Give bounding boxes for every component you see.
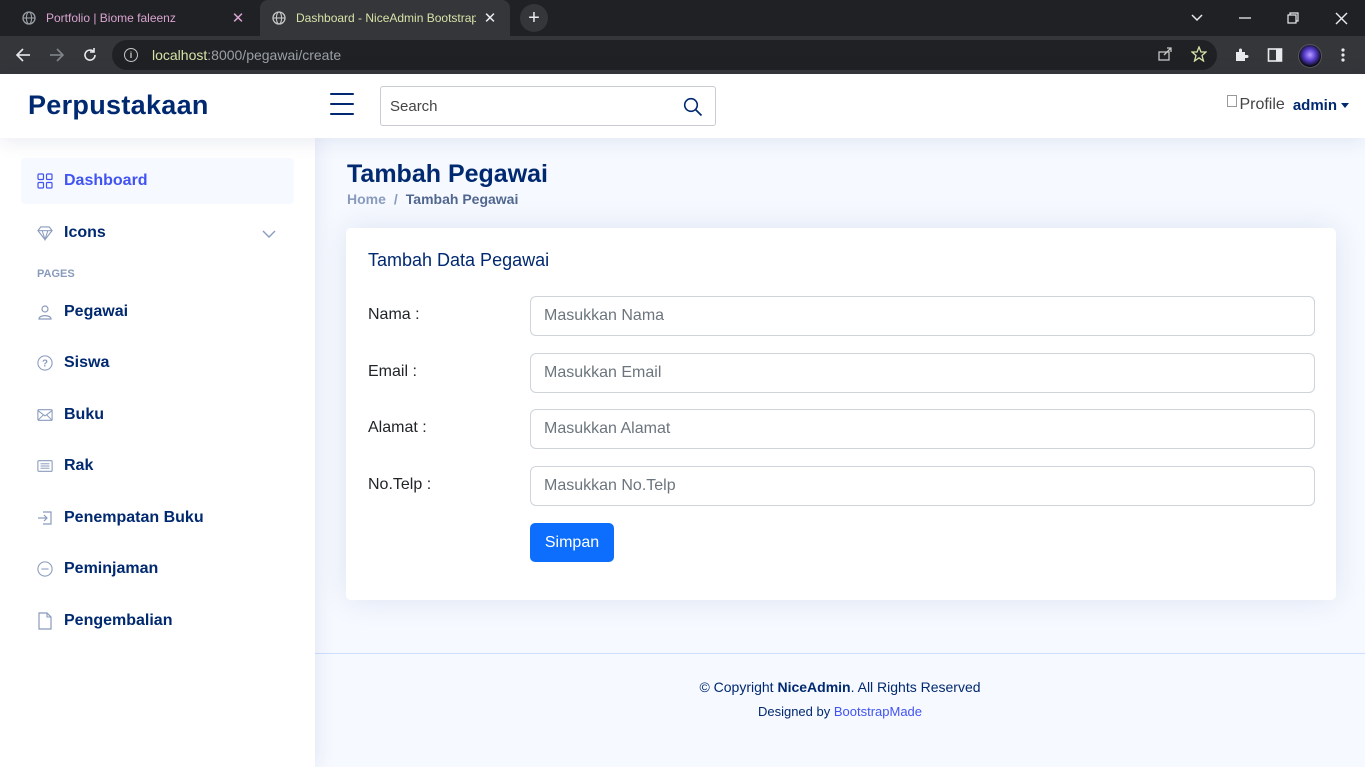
svg-text:?: ? xyxy=(42,359,48,370)
sidebar-item-label: Icons xyxy=(64,224,106,241)
browser-toolbar: i localhost:8000/pegawai/create xyxy=(0,36,1365,74)
sidebar-item-icons[interactable]: Icons xyxy=(21,210,294,256)
form-row-no-telp: No.Telp : xyxy=(368,466,1315,506)
sidebar-item-peminjaman[interactable]: Peminjaman xyxy=(21,546,294,592)
simpan-button[interactable]: Simpan xyxy=(530,523,614,562)
dash-circle-icon xyxy=(37,561,53,577)
close-window-icon[interactable] xyxy=(1317,0,1365,36)
brand-logo[interactable]: Perpustakaan xyxy=(28,90,209,121)
new-tab-button[interactable]: + xyxy=(520,4,548,32)
side-panel-icon[interactable] xyxy=(1264,44,1286,66)
site-info-icon[interactable]: i xyxy=(124,48,138,62)
bookmark-star-icon[interactable] xyxy=(1190,45,1208,66)
card-title: Tambah Data Pegawai xyxy=(368,250,550,270)
search-input[interactable] xyxy=(381,87,671,125)
person-icon xyxy=(37,304,53,320)
profile-dropdown[interactable]: Profile admin xyxy=(1227,95,1349,114)
search-form xyxy=(380,86,716,126)
back-icon[interactable] xyxy=(11,43,35,67)
sidebar-item-siswa[interactable]: ? Siswa xyxy=(21,340,294,386)
sidebar-item-rak[interactable]: Rak xyxy=(21,443,294,489)
copyright-text: © Copyright NiceAdmin. All Rights Reserv… xyxy=(699,679,981,695)
breadcrumb-separator: / xyxy=(393,191,398,207)
sidebar-item-pegawai[interactable]: Pegawai xyxy=(21,289,294,335)
credits-text: Designed by BootstrapMade xyxy=(757,704,923,719)
alamat-label: Alamat : xyxy=(368,419,427,436)
globe-icon xyxy=(22,11,36,25)
forward-icon[interactable] xyxy=(45,43,69,67)
extensions-icon[interactable] xyxy=(1230,44,1252,66)
form-row-alamat: Alamat : xyxy=(368,409,1315,449)
browser-tab-dashboard[interactable]: Dashboard - NiceAdmin Bootstrap T ✕ xyxy=(260,0,510,36)
page-title: Tambah Pegawai xyxy=(347,160,548,188)
tab-title: Portfolio | Biome faleenz xyxy=(46,11,176,25)
no-telp-field[interactable] xyxy=(530,466,1315,506)
caret-down-icon xyxy=(1341,102,1349,108)
reload-icon[interactable] xyxy=(78,43,102,67)
email-label: Email : xyxy=(368,363,417,380)
breadcrumb: Home / Tambah Pegawai xyxy=(347,191,518,207)
nama-field[interactable] xyxy=(530,296,1315,336)
form-card: Tambah Data Pegawai Nama : Email : Alama… xyxy=(346,228,1336,600)
sidebar-item-label: Siswa xyxy=(64,354,110,371)
share-icon[interactable] xyxy=(1157,46,1173,66)
profile-name: admin xyxy=(1292,96,1337,114)
page-title-block: Tambah Pegawai xyxy=(347,160,548,189)
gem-icon xyxy=(37,225,53,241)
alamat-field[interactable] xyxy=(530,409,1315,449)
footer: © Copyright NiceAdmin. All Rights Reserv… xyxy=(315,653,1365,767)
bootstrapmade-link[interactable]: BootstrapMade xyxy=(834,704,922,719)
envelope-icon xyxy=(37,407,53,423)
search-icon[interactable] xyxy=(683,97,703,117)
no-telp-label: No.Telp : xyxy=(368,476,432,493)
app-header: Perpustakaan Profile admin xyxy=(0,74,1365,138)
breadcrumb-home-link[interactable]: Home xyxy=(347,191,386,207)
address-bar[interactable]: i localhost:8000/pegawai/create xyxy=(112,40,1217,70)
sidebar-heading-pages: PAGES xyxy=(37,268,75,280)
card-list-icon xyxy=(37,458,53,474)
close-tab-icon[interactable]: ✕ xyxy=(482,9,498,27)
breadcrumb-current: Tambah Pegawai xyxy=(405,191,519,207)
minimize-icon[interactable] xyxy=(1221,0,1269,36)
sidebar-item-penempatan-buku[interactable]: Penempatan Buku xyxy=(21,495,294,541)
sidebar-item-label: Rak xyxy=(64,457,94,474)
browser-profile-avatar[interactable] xyxy=(1298,44,1322,68)
sidebar-item-label: Penempatan Buku xyxy=(64,509,204,526)
nama-label: Nama : xyxy=(368,306,420,323)
restore-icon[interactable] xyxy=(1269,0,1317,36)
browser-tab-strip: Portfolio | Biome faleenz ✕ Dashboard - … xyxy=(0,0,1365,36)
globe-icon xyxy=(272,11,286,25)
sidebar-item-label: Peminjaman xyxy=(64,560,159,577)
url-text: localhost:8000/pegawai/create xyxy=(152,47,342,63)
sidebar: Dashboard Icons PAGES Pegawai ? Siswa Bu… xyxy=(0,138,315,767)
sidebar-item-buku[interactable]: Buku xyxy=(21,392,294,438)
sidebar-item-pengembalian[interactable]: Pengembalian xyxy=(21,598,294,644)
browser-menu-icon[interactable] xyxy=(1332,44,1354,66)
question-circle-icon: ? xyxy=(37,355,53,371)
tab-search-icon[interactable] xyxy=(1173,0,1221,36)
close-tab-icon[interactable]: ✕ xyxy=(230,9,246,27)
file-icon xyxy=(37,612,53,630)
sidebar-item-label: Pegawai xyxy=(64,303,129,320)
box-arrow-in-right-icon xyxy=(37,510,53,526)
chevron-down-icon xyxy=(262,226,276,244)
browser-tab-portfolio[interactable]: Portfolio | Biome faleenz ✕ xyxy=(10,0,258,36)
email-field[interactable] xyxy=(530,353,1315,393)
form-row-email: Email : xyxy=(368,353,1315,393)
sidebar-item-label: Buku xyxy=(64,406,104,423)
profile-image: Profile xyxy=(1227,95,1285,114)
grid-icon xyxy=(37,173,53,189)
tab-title: Dashboard - NiceAdmin Bootstrap T xyxy=(296,11,476,25)
copyright-brand: NiceAdmin xyxy=(777,679,851,695)
toggle-sidebar-icon[interactable] xyxy=(330,93,354,115)
sidebar-item-label: Pengembalian xyxy=(64,612,173,629)
sidebar-item-label: Dashboard xyxy=(64,172,148,189)
sidebar-item-dashboard[interactable]: Dashboard xyxy=(21,158,294,204)
form-row-nama: Nama : xyxy=(368,296,1315,336)
